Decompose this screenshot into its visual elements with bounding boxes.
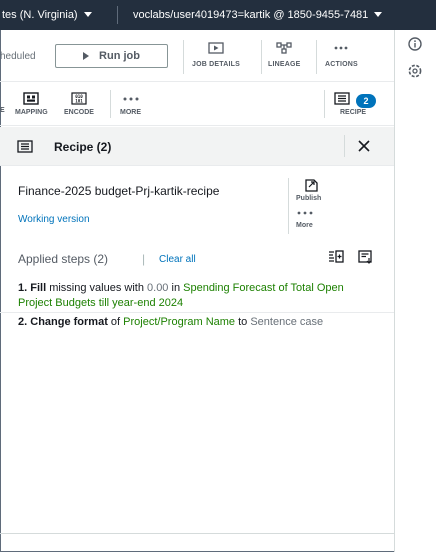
transform-toolbar: E MAPPING 010 101 ENCODE MORE RECIPE 2 bbox=[0, 82, 394, 126]
job-details-icon bbox=[192, 42, 240, 56]
panel-bottom-border bbox=[0, 533, 394, 534]
step-value: Sentence case bbox=[250, 316, 324, 328]
header-divider bbox=[344, 135, 345, 157]
lineage-label: LINEAGE bbox=[268, 61, 301, 68]
run-job-button[interactable]: Run job bbox=[55, 44, 168, 68]
encode-label: ENCODE bbox=[64, 109, 94, 116]
account-menu[interactable]: voclabs/user4019473=kartik @ 1850-9455-7… bbox=[133, 9, 383, 21]
applied-steps-title: Applied steps (2) bbox=[18, 252, 109, 266]
job-details-label: JOB DETAILS bbox=[192, 61, 240, 68]
more-ellipsis-icon bbox=[296, 210, 318, 216]
recipe-count-badge: 2 bbox=[356, 94, 376, 108]
right-utility-rail bbox=[394, 30, 436, 552]
info-icon[interactable] bbox=[408, 37, 422, 51]
run-job-label: Run job bbox=[99, 50, 140, 62]
job-toolbar: heduled Run job JOB DETAILS LINEAGE ACTI… bbox=[0, 30, 394, 82]
recipe-label: RECIPE bbox=[340, 109, 367, 116]
actions-ellipsis-icon bbox=[325, 42, 358, 56]
region-selector[interactable]: tes (N. Virginia) bbox=[2, 9, 92, 21]
step-divider bbox=[0, 312, 394, 313]
region-label: tes (N. Virginia) bbox=[2, 9, 78, 21]
recipe-step-2[interactable]: 2. Change format of Project/Program Name… bbox=[18, 315, 374, 330]
toolbar-divider bbox=[110, 90, 111, 118]
close-icon[interactable] bbox=[357, 139, 371, 153]
publish-button[interactable]: Publish bbox=[296, 178, 321, 202]
publish-label: Publish bbox=[296, 195, 322, 202]
steps-divider: | bbox=[142, 252, 146, 266]
lineage-button[interactable]: LINEAGE bbox=[268, 42, 301, 68]
publish-icon bbox=[303, 178, 321, 192]
svg-text:101: 101 bbox=[75, 99, 83, 104]
step-text: missing values with bbox=[46, 282, 148, 294]
clear-all-link[interactable]: Clear all bbox=[159, 254, 196, 265]
encode-button[interactable]: 010 101 ENCODE bbox=[64, 92, 94, 116]
toolbar-divider bbox=[183, 40, 184, 74]
settings-icon[interactable] bbox=[408, 64, 422, 78]
publish-divider bbox=[288, 178, 289, 234]
scheduled-label: heduled bbox=[0, 51, 36, 62]
step-text: of bbox=[107, 316, 124, 328]
more-transforms-button[interactable]: MORE bbox=[120, 92, 141, 116]
actions-button[interactable]: ACTIONS bbox=[325, 42, 358, 68]
partial-transform-label: E bbox=[0, 107, 5, 114]
play-icon bbox=[83, 52, 90, 60]
mapping-button[interactable]: MAPPING bbox=[15, 92, 48, 116]
recipe-name: Finance-2025 budget-Prj-kartik-recipe bbox=[18, 184, 220, 198]
recipe-step-1[interactable]: 1. Fill missing values with 0.00 in Spen… bbox=[18, 281, 378, 310]
encode-icon: 010 101 bbox=[64, 92, 94, 106]
toolbar-divider bbox=[261, 40, 262, 74]
recipe-list-icon bbox=[17, 140, 33, 153]
toolbar-divider bbox=[316, 40, 317, 74]
recipe-toggle-button[interactable]: RECIPE bbox=[334, 92, 366, 116]
topbar-divider bbox=[117, 6, 118, 24]
toolbar-divider bbox=[324, 90, 325, 118]
import-steps-icon[interactable] bbox=[328, 250, 344, 264]
console-top-bar: tes (N. Virginia) voclabs/user4019473=ka… bbox=[0, 0, 436, 30]
step-number: 1. bbox=[18, 282, 28, 294]
mapping-label: MAPPING bbox=[15, 109, 48, 116]
recipe-more-button[interactable]: More bbox=[296, 210, 318, 229]
step-value: 0.00 bbox=[147, 282, 169, 294]
recipe-panel-title: Recipe (2) bbox=[54, 140, 112, 154]
caret-down-icon bbox=[374, 12, 383, 17]
lineage-icon bbox=[268, 42, 301, 56]
account-label: voclabs/user4019473=kartik @ 1850-9455-7… bbox=[133, 9, 369, 21]
more-ellipsis-icon bbox=[120, 92, 141, 106]
more-label: MORE bbox=[120, 109, 141, 116]
recipe-list-icon bbox=[334, 92, 350, 106]
step-text: to bbox=[235, 316, 251, 328]
step-action: Fill bbox=[30, 282, 47, 294]
caret-down-icon bbox=[83, 12, 92, 17]
step-action: Change format bbox=[30, 316, 108, 328]
step-text: in bbox=[168, 282, 184, 294]
actions-label: ACTIONS bbox=[325, 61, 358, 68]
mapping-icon bbox=[15, 92, 48, 106]
step-column: Project/Program Name bbox=[123, 316, 236, 328]
working-version-link[interactable]: Working version bbox=[18, 214, 90, 225]
step-number: 2. bbox=[18, 316, 28, 328]
job-details-button[interactable]: JOB DETAILS bbox=[192, 42, 240, 68]
recipe-more-label: More bbox=[296, 222, 313, 229]
download-steps-icon[interactable] bbox=[358, 250, 374, 264]
recipe-panel-header: Recipe (2) bbox=[0, 127, 394, 166]
